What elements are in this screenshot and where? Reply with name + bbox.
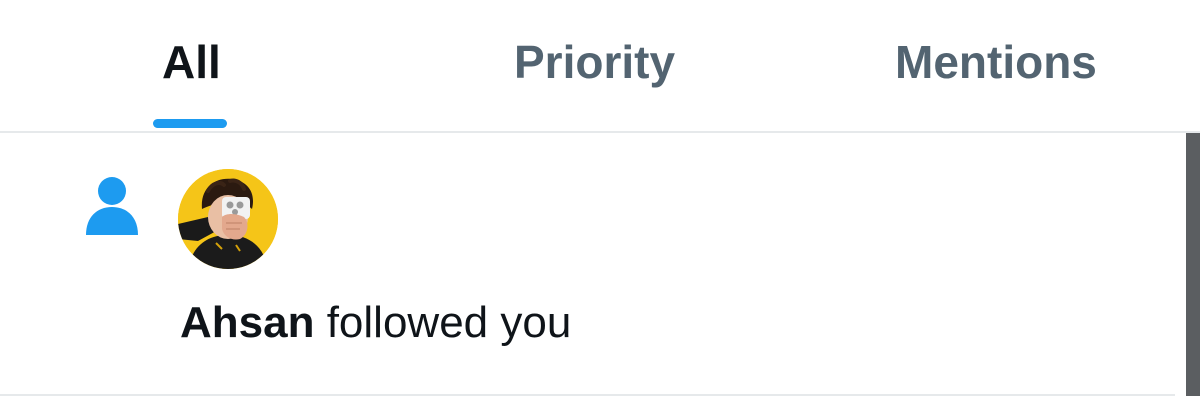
notification-item[interactable]: Ahsan followed you — [0, 133, 1175, 396]
active-tab-indicator — [153, 119, 227, 128]
notifications-tab-bar: All Priority Mentions — [0, 0, 1200, 133]
tab-mentions-label: Mentions — [895, 36, 1097, 88]
avatar-image — [178, 169, 278, 269]
scrollbar-thumb[interactable] — [1186, 133, 1200, 396]
tab-all-label: All — [162, 36, 221, 88]
user-avatar[interactable] — [178, 169, 278, 269]
notification-action-text: followed you — [314, 298, 572, 347]
tab-priority-label: Priority — [514, 36, 676, 88]
notifications-screen: All Priority Mentions Ahsan followed you — [0, 0, 1200, 396]
notification-text: Ahsan followed you — [180, 299, 571, 347]
tab-mentions[interactable]: Mentions — [860, 0, 1140, 131]
notification-user-name[interactable]: Ahsan — [180, 298, 314, 347]
tab-priority[interactable]: Priority — [470, 0, 720, 131]
tab-all[interactable]: All — [100, 0, 280, 131]
person-follow-icon — [86, 177, 138, 235]
